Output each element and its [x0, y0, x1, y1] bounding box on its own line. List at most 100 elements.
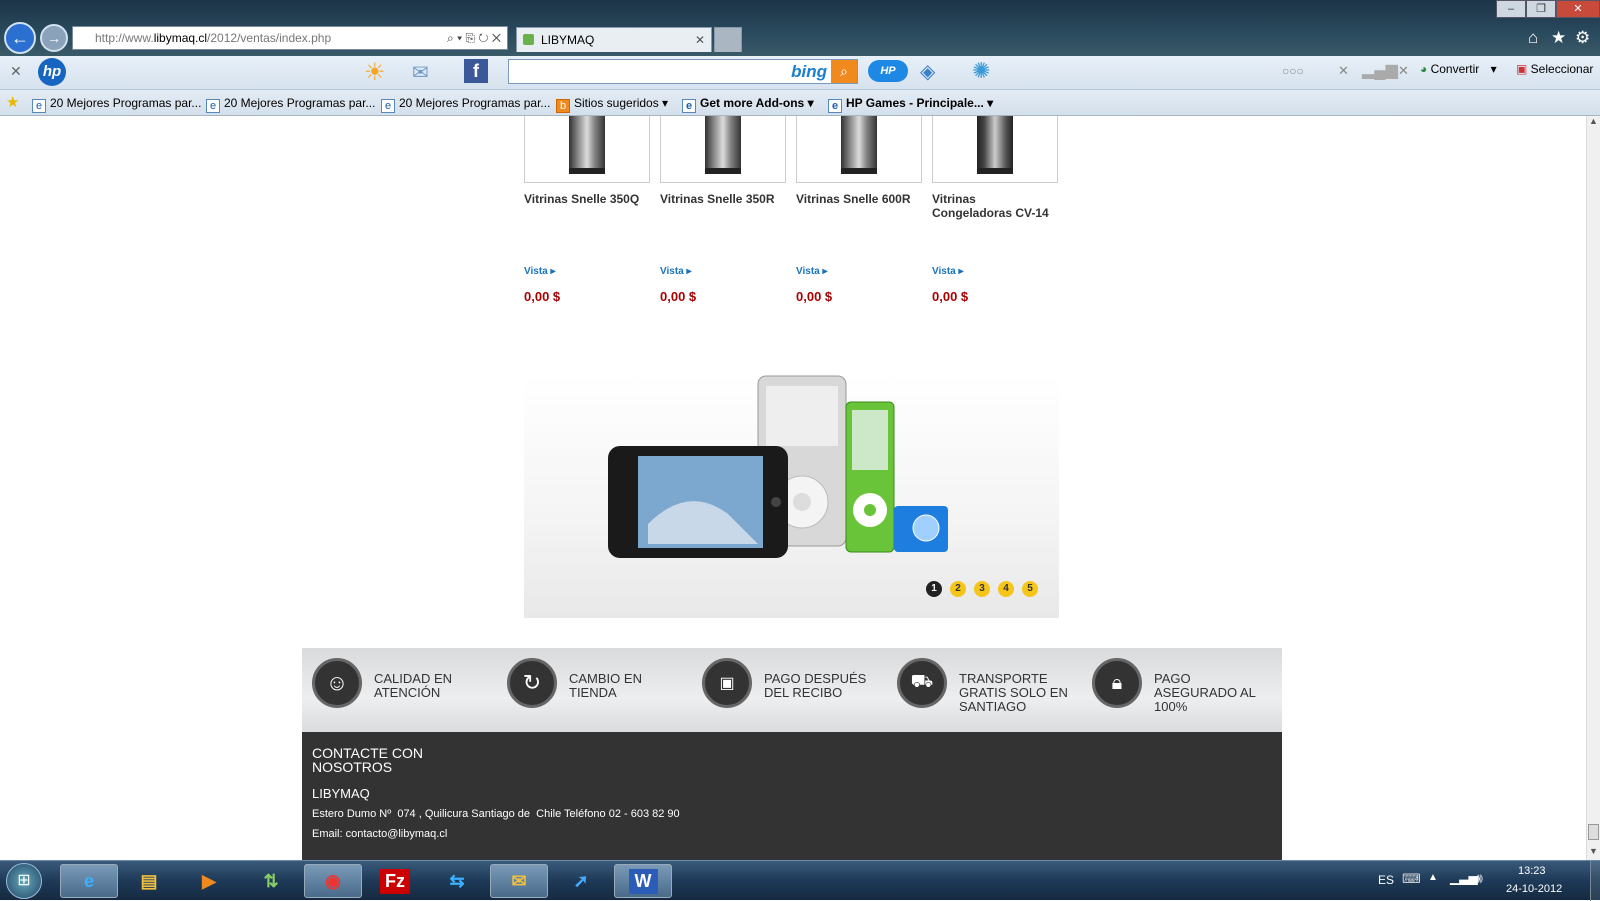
- favorite-hp-games[interactable]: e HP Games - Principale... ▾: [828, 94, 993, 113]
- new-tab-button[interactable]: [714, 27, 742, 52]
- slide-dot-2[interactable]: 2: [950, 581, 966, 597]
- url-domain: libymaq.cl: [153, 31, 208, 45]
- taskbar-word[interactable]: W: [614, 864, 672, 898]
- freezer-icon: [977, 116, 1013, 174]
- slide-dot-1[interactable]: 1: [926, 581, 942, 597]
- product-name[interactable]: Vitrinas Congeladoras CV-14: [932, 192, 1058, 266]
- update-icon: ⇅: [263, 870, 279, 891]
- clock-date[interactable]: 24-10-2012: [1506, 883, 1562, 895]
- taskbar-clicker[interactable]: ➚: [552, 864, 610, 898]
- product-name[interactable]: Vitrinas Snelle 600R: [796, 192, 922, 266]
- taskbar-filezilla[interactable]: Fz: [366, 864, 424, 898]
- smile-icon: ☺: [312, 658, 362, 708]
- toolbar-close-icon[interactable]: ✕: [10, 63, 22, 80]
- favorite-link-1[interactable]: e 20 Mejores Programas par...: [32, 94, 202, 113]
- scroll-down-icon[interactable]: ▼: [1589, 846, 1598, 856]
- clock-time[interactable]: 13:23: [1518, 865, 1546, 877]
- taskbar-media-player[interactable]: ▶: [180, 864, 238, 898]
- taskbar-chrome[interactable]: ◉: [304, 864, 362, 898]
- mail-icon[interactable]: ✉: [412, 60, 429, 85]
- ie-page-icon: e: [206, 99, 220, 113]
- favorites-add-star-icon[interactable]: ★: [6, 93, 19, 111]
- product-name[interactable]: Vitrinas Snelle 350Q: [524, 192, 650, 266]
- feature-label: CALIDAD EN ATENCIÓN: [374, 671, 453, 700]
- convert-icon: ◕: [1420, 62, 1431, 76]
- product-price: 0,00 $: [524, 289, 561, 304]
- close-window-button[interactable]: ✕: [1556, 0, 1600, 18]
- favorite-label: 20 Mejores Programas par...: [50, 96, 202, 110]
- product-price: 0,00 $: [796, 289, 833, 304]
- keyboard-icon[interactable]: ⌨: [1402, 871, 1421, 887]
- favorites-star-icon[interactable]: ★: [1551, 28, 1566, 48]
- taskbar-update-manager[interactable]: ⇅: [242, 864, 300, 898]
- slide-dot-4[interactable]: 4: [998, 581, 1014, 597]
- toolbar-close-icon-2[interactable]: ✕: [1338, 63, 1349, 79]
- tab-libymaq[interactable]: LIBYMAQ ✕: [516, 27, 712, 52]
- feature-exchange: ↻ CAMBIO EN TIENDA: [507, 658, 669, 722]
- forward-button[interactable]: →: [40, 24, 68, 52]
- taskbar-file-explorer[interactable]: ▤: [120, 864, 178, 898]
- slide-dot-3[interactable]: 3: [974, 581, 990, 597]
- site-favicon-icon: [523, 34, 534, 45]
- scroll-up-icon[interactable]: ▲: [1589, 116, 1598, 126]
- product-card[interactable]: Vitrinas Snelle 600R Vista 0,00 $: [796, 116, 922, 304]
- features-bar: ☺ CALIDAD EN ATENCIÓN ↻ CAMBIO EN TIENDA…: [302, 648, 1282, 732]
- toolbar-close-icon-3[interactable]: ✕: [1398, 63, 1409, 79]
- scroll-thumb[interactable]: [1588, 824, 1599, 840]
- pointer-icon: ➚: [573, 870, 589, 891]
- favorite-suggested-sites[interactable]: b Sitios sugeridos ▾: [556, 94, 668, 113]
- weather-sun-icon[interactable]: ☀: [364, 58, 386, 87]
- search-input[interactable]: bing ⌕: [508, 59, 858, 84]
- tools-gear-icon[interactable]: ⚙: [1575, 28, 1590, 48]
- footer-email[interactable]: Email: contacto@libymaq.cl: [312, 828, 447, 840]
- maximize-button[interactable]: ❐: [1526, 0, 1556, 18]
- product-image[interactable]: [932, 116, 1058, 183]
- favorite-addons[interactable]: e Get more Add-ons ▾: [682, 94, 814, 113]
- address-actions-icon[interactable]: ⌕ ▾ ⎘ ↻ ✕: [447, 27, 501, 49]
- product-view-link[interactable]: Vista: [524, 266, 650, 277]
- feature-free-shipping: ⛟ TRANSPORTE GRATIS SOLO EN SANTIAGO: [897, 658, 1071, 722]
- favorite-link-3[interactable]: e 20 Mejores Programas par...: [381, 94, 550, 113]
- tab-close-icon[interactable]: ✕: [695, 28, 705, 52]
- home-icon[interactable]: ⌂: [1528, 28, 1538, 48]
- banner-slider[interactable]: 1 2 3 4 5: [524, 374, 1059, 618]
- product-view-link[interactable]: Vista: [796, 266, 922, 277]
- signal-bars-icon: ▂▄▆: [1362, 62, 1398, 79]
- hp-games-icon[interactable]: ◈: [920, 59, 935, 84]
- product-image[interactable]: [796, 116, 922, 183]
- hp-logo-icon[interactable]: hp: [38, 58, 66, 86]
- language-indicator[interactable]: ES: [1378, 873, 1394, 887]
- taskbar-internet-explorer[interactable]: e: [60, 864, 118, 898]
- address-bar[interactable]: http://www.libymaq.cl/2012/ventas/index.…: [72, 26, 508, 50]
- product-image[interactable]: [524, 116, 650, 183]
- more-icon[interactable]: ○○○: [1282, 64, 1304, 78]
- product-card[interactable]: Vitrinas Snelle 350Q Vista 0,00 $: [524, 116, 650, 304]
- back-button[interactable]: ←: [4, 22, 36, 54]
- ipod-banner-image: [608, 375, 948, 558]
- select-button[interactable]: ▣ Seleccionar: [1516, 62, 1593, 76]
- slide-dot-5[interactable]: 5: [1022, 581, 1038, 597]
- product-image[interactable]: [660, 116, 786, 183]
- search-icon: ⌕: [840, 63, 848, 79]
- convert-button[interactable]: ◕ Convertir ▾: [1420, 62, 1497, 76]
- taskbar-teamviewer[interactable]: ⇆: [428, 864, 486, 898]
- product-card[interactable]: Vitrinas Snelle 350R Vista 0,00 $: [660, 116, 786, 304]
- facebook-icon[interactable]: f: [464, 59, 488, 83]
- start-button[interactable]: ⊞: [6, 863, 42, 899]
- vertical-scrollbar[interactable]: ▲ ▼: [1586, 116, 1600, 860]
- product-name[interactable]: Vitrinas Snelle 350R: [660, 192, 786, 266]
- search-button[interactable]: ⌕: [831, 60, 857, 83]
- hp-search-icon[interactable]: HP: [868, 60, 908, 82]
- show-desktop-button[interactable]: [1590, 861, 1600, 901]
- product-view-link[interactable]: Vista: [660, 266, 786, 277]
- minimize-button[interactable]: –: [1496, 0, 1526, 18]
- show-hidden-icons-icon[interactable]: ▲: [1428, 872, 1438, 883]
- taskbar-outlook[interactable]: ✉: [490, 864, 548, 898]
- volume-icon[interactable]: 🔊︎: [1474, 870, 1483, 887]
- hp-app-icon[interactable]: ✺: [972, 58, 990, 84]
- product-view-link[interactable]: Vista: [932, 266, 1058, 277]
- url-path: /2012/ventas/index.php: [207, 31, 332, 45]
- product-card[interactable]: Vitrinas Congeladoras CV-14 Vista 0,00 $: [932, 116, 1058, 304]
- filezilla-icon: Fz: [380, 868, 410, 894]
- favorite-link-2[interactable]: e 20 Mejores Programas par...: [206, 94, 375, 113]
